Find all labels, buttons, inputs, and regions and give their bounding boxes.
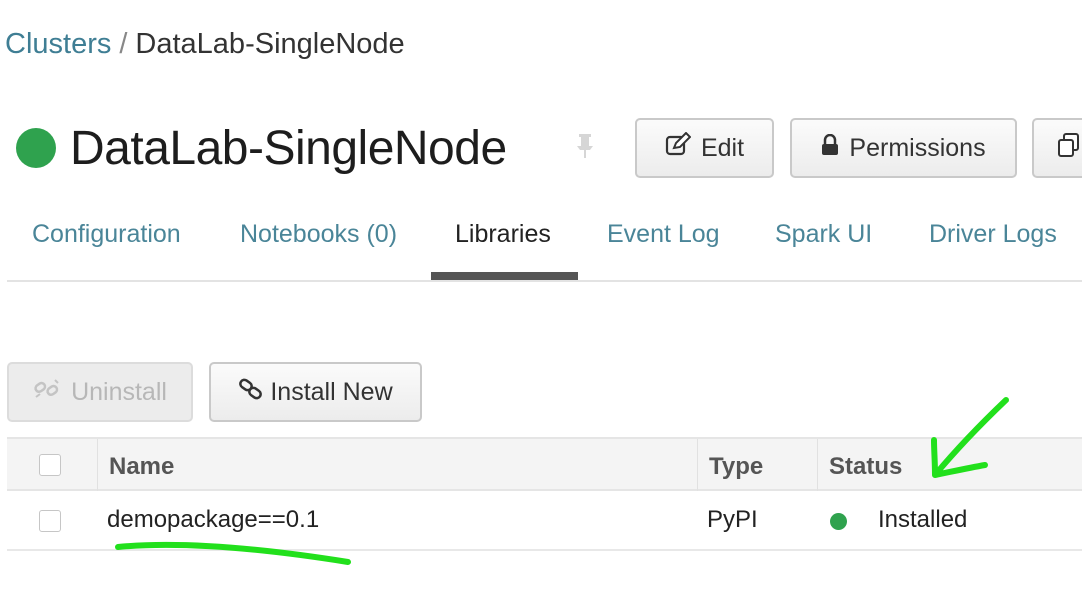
tabs-divider	[7, 280, 1082, 282]
tab-spark-ui[interactable]: Spark UI	[775, 220, 872, 249]
column-header-type[interactable]: Type	[709, 453, 763, 481]
breadcrumb: Clusters / DataLab-SingleNode	[5, 28, 405, 61]
uninstall-button[interactable]: Uninstall	[7, 362, 193, 422]
column-header-status[interactable]: Status	[829, 453, 902, 481]
select-all-checkbox[interactable]	[39, 454, 61, 476]
permissions-button[interactable]: Permissions	[790, 118, 1017, 178]
edit-button-label: Edit	[700, 133, 745, 162]
pin-icon[interactable]	[574, 133, 596, 164]
uninstall-button-label: Uninstall	[71, 377, 167, 406]
permissions-button-label: Permissions	[849, 133, 986, 162]
tab-driver-logs[interactable]: Driver Logs	[929, 220, 1057, 249]
tab-notebooks[interactable]: Notebooks (0)	[240, 220, 397, 249]
breadcrumb-separator: /	[119, 28, 128, 60]
install-new-button-label: Install New	[270, 377, 393, 406]
page-title: DataLab-SingleNode	[70, 121, 507, 175]
library-type: PyPI	[707, 506, 758, 533]
library-name: demopackage==0.1	[107, 506, 320, 533]
table-row: demopackage==0.1 PyPI Installed	[7, 491, 1082, 551]
broken-link-icon	[33, 377, 61, 408]
tab-configuration[interactable]: Configuration	[32, 220, 181, 249]
pencil-square-icon	[665, 131, 692, 165]
cluster-status-indicator	[16, 128, 56, 168]
breadcrumb-clusters-link[interactable]: Clusters	[5, 28, 111, 60]
breadcrumb-current: DataLab-SingleNode	[135, 28, 405, 60]
clone-button[interactable]	[1032, 118, 1082, 178]
tab-libraries[interactable]: Libraries	[455, 220, 551, 249]
edit-button[interactable]: Edit	[635, 118, 774, 178]
copy-icon	[1056, 132, 1082, 165]
link-icon	[238, 377, 264, 408]
active-tab-indicator	[431, 272, 578, 280]
row-checkbox[interactable]	[39, 510, 61, 532]
tab-event-log[interactable]: Event Log	[607, 220, 720, 249]
table-header: Name Type Status	[7, 437, 1082, 491]
install-new-button[interactable]: Install New	[209, 362, 422, 422]
column-header-name[interactable]: Name	[109, 453, 174, 481]
cluster-header: DataLab-SingleNode	[16, 118, 507, 178]
library-status: Installed	[878, 506, 968, 533]
lock-icon	[821, 133, 839, 163]
status-indicator	[830, 513, 847, 530]
